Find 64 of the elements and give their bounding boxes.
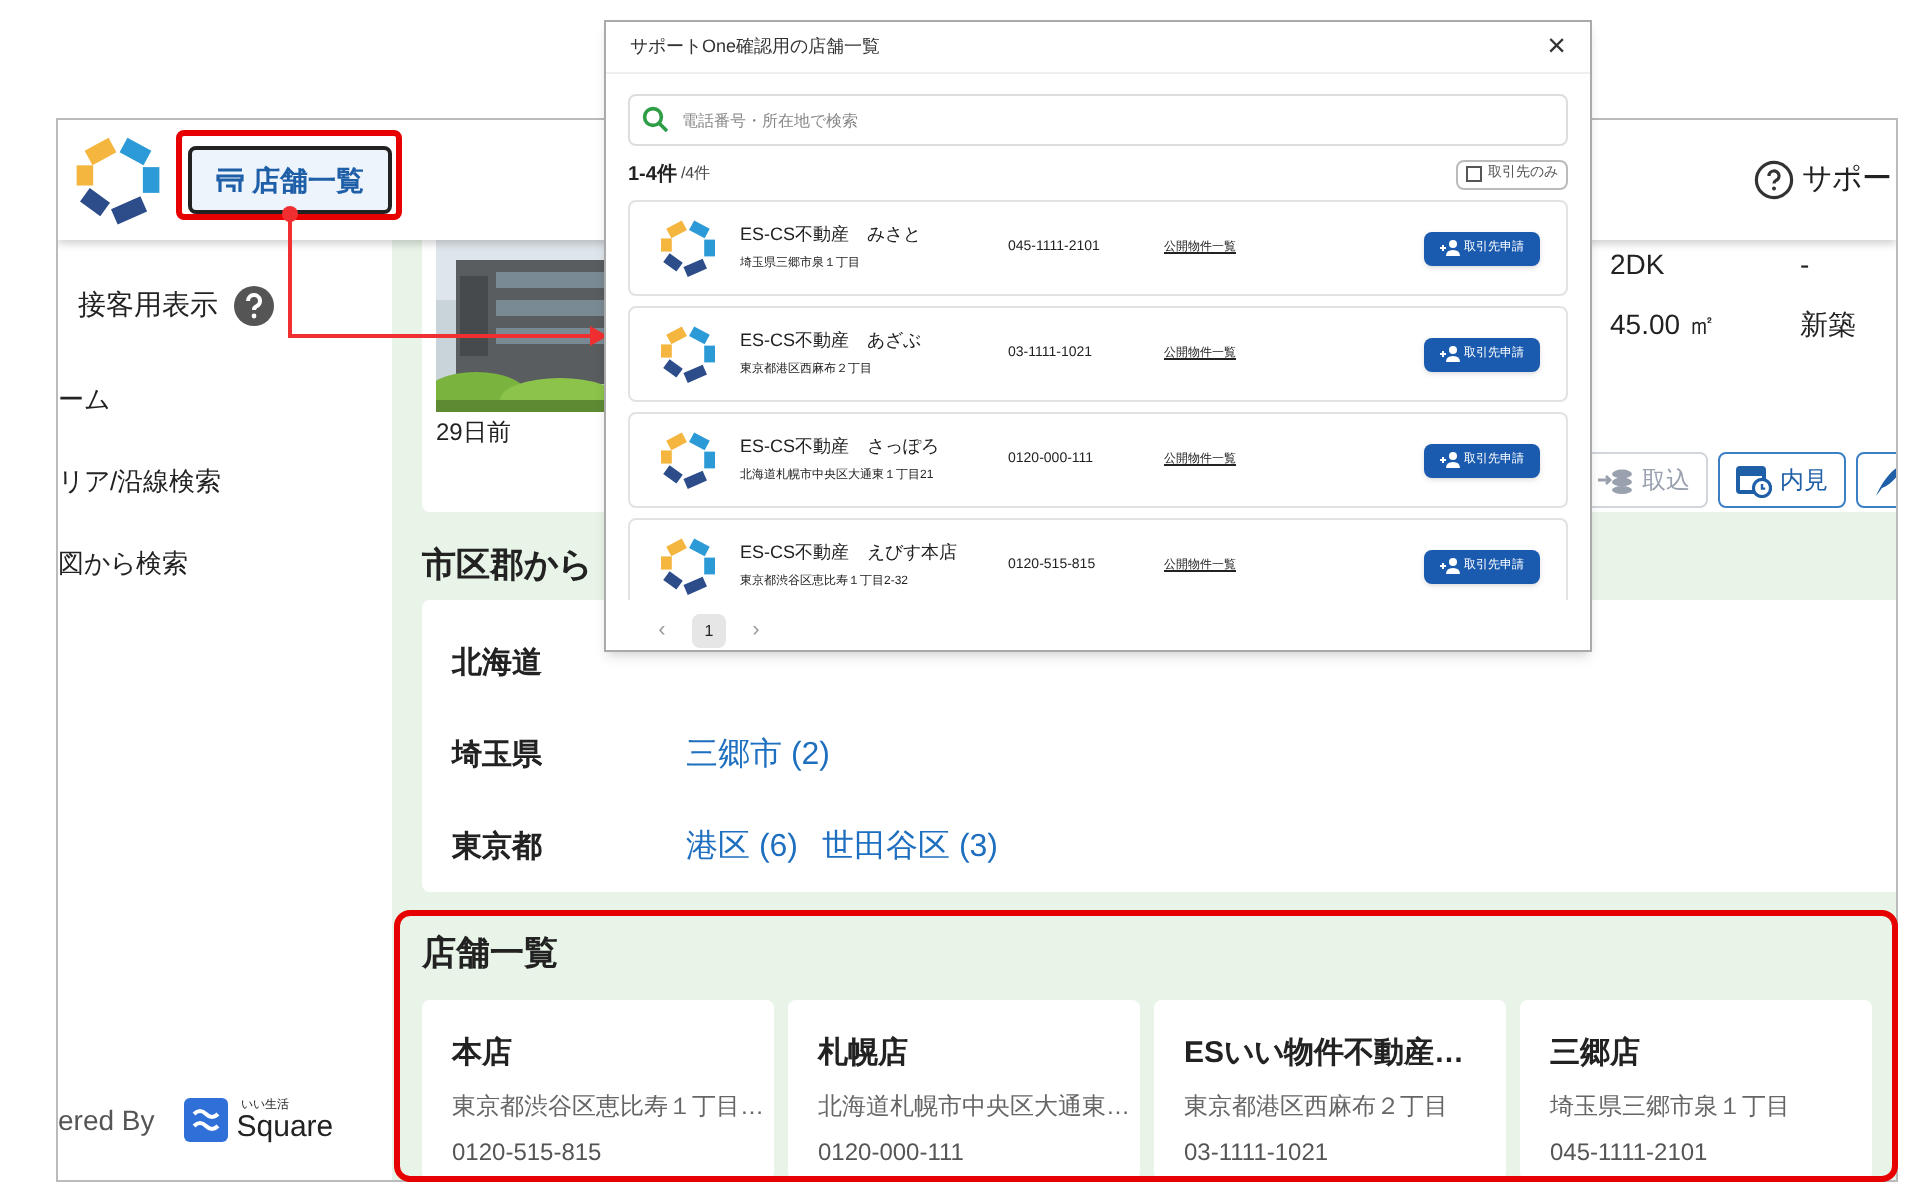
logo-icon — [72, 134, 164, 226]
store-phone: 0120-515-815 — [452, 1135, 604, 1169]
store-address: 埼玉県三郷市泉１丁目 — [1550, 1089, 1792, 1123]
logo-icon — [658, 324, 718, 384]
calendar-clock-icon — [1736, 462, 1772, 498]
section-title: 市区郡から — [422, 544, 592, 588]
store-icon — [216, 167, 244, 193]
store-name: 本店 — [452, 1034, 514, 1074]
logo-icon — [658, 218, 718, 278]
brand-name: Square — [236, 1111, 334, 1141]
store-name: ES-CS不動産 さっぽろ — [740, 434, 942, 461]
help-icon[interactable] — [1754, 160, 1794, 200]
store-card[interactable]: 三郷店 埼玉県三郷市泉１丁目 045-1111-2101 — [1520, 1000, 1872, 1180]
store-address: 北海道札幌市中央区大通東… — [818, 1089, 1132, 1123]
store-list-button[interactable]: 店舗一覧 — [188, 146, 392, 214]
city-link[interactable]: 三郷市 (2) — [686, 732, 830, 780]
close-button[interactable]: × — [1547, 31, 1566, 63]
coins-icon — [1598, 466, 1634, 494]
sidebar-item[interactable]: 図から検索 — [58, 544, 392, 582]
status-value: 新築 — [1800, 306, 1858, 344]
add-person-icon — [1440, 240, 1460, 256]
city-link[interactable]: 世田谷区 (3) — [822, 824, 998, 872]
store-card[interactable]: 本店 東京都渋谷区恵比寿１丁目… 0120-515-815 — [422, 1000, 774, 1180]
logo-icon — [658, 536, 718, 596]
store-phone: 0120-000-111 — [818, 1135, 966, 1169]
sidebar-item[interactable]: ーム — [58, 380, 392, 418]
page-button[interactable]: 1 — [692, 614, 726, 648]
search-icon — [642, 106, 668, 132]
add-person-icon — [1440, 558, 1460, 574]
store-name: ES-CS不動産 みさと — [740, 222, 924, 249]
listing-age: 29日前 — [436, 416, 513, 450]
layout-value: 2DK — [1610, 246, 1667, 284]
store-name: 札幌店 — [818, 1034, 910, 1074]
store-name: ES-CS不動産 あざぶ — [740, 328, 924, 355]
area-value: 45.00 ㎡ — [1610, 306, 1718, 344]
search-field[interactable]: 電話番号・所在地で検索 — [628, 94, 1568, 146]
support-label[interactable]: サポー — [1802, 157, 1892, 203]
store-name: ESいい物件不動産… — [1184, 1034, 1467, 1074]
sidebar-item[interactable]: リア/沿線検索 — [58, 462, 392, 500]
section-title: 店舗一覧 — [422, 932, 560, 976]
dialog-title: サポートOne確認用の店舗一覧 — [630, 33, 881, 60]
store-address: 東京都渋谷区恵比寿１丁目… — [452, 1089, 766, 1123]
prefecture-label: 北海道 — [452, 643, 544, 684]
result-count: 1-4件 — [628, 161, 677, 189]
city-link[interactable]: 港区 (6) — [686, 824, 798, 872]
store-card[interactable]: 札幌店 北海道札幌市中央区大通東… 0120-000-111 — [788, 1000, 1140, 1180]
logo-icon — [658, 430, 718, 490]
display-mode-label: 接客用表示 — [78, 286, 218, 324]
add-person-icon — [1440, 346, 1460, 362]
store-address: 東京都港区西麻布２丁目 — [1184, 1089, 1450, 1123]
prefecture-label: 埼玉県 — [452, 735, 544, 776]
status-value: - — [1800, 246, 1812, 284]
prefecture-label: 東京都 — [452, 827, 544, 868]
powered-by-label: ered By — [58, 1101, 155, 1140]
action-button[interactable]: 内見 — [1718, 452, 1846, 508]
store-card[interactable]: ESいい物件不動産… 東京都港区西麻布２丁目 03-1111-1021 — [1154, 1000, 1506, 1180]
store-name: ES-CS不動産 えびす本店 — [740, 540, 960, 567]
store-phone: 03-1111-1021 — [1184, 1135, 1331, 1169]
help-icon[interactable] — [234, 285, 274, 325]
store-name: 三郷店 — [1550, 1034, 1642, 1074]
square-logo-icon — [184, 1098, 229, 1142]
store-phone: 045-1111-2101 — [1550, 1135, 1710, 1169]
result-total: /4件 — [680, 162, 711, 186]
add-person-icon — [1440, 452, 1460, 468]
